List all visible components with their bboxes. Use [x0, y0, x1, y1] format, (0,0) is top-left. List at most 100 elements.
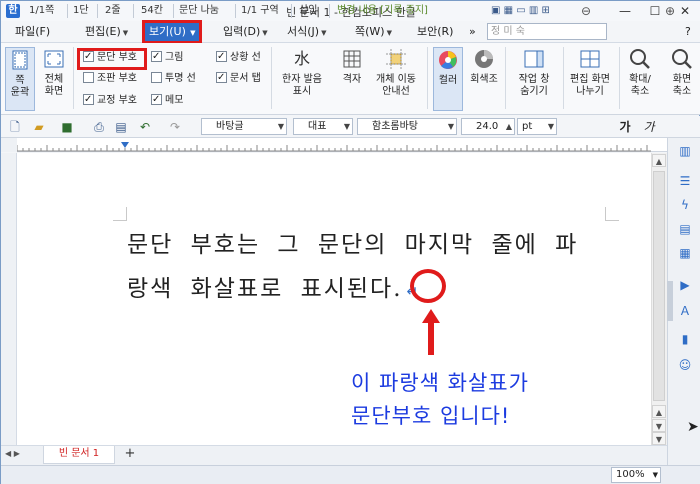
user-name-field[interactable]: 정 미 숙 — [487, 23, 607, 40]
doc-line-1: 문단 부호는 그 문단의 마지막 줄에 파 — [127, 232, 579, 258]
zoom-combo[interactable]: 100% ▼ — [611, 467, 661, 483]
color-view-button[interactable]: 컬러 — [433, 47, 463, 111]
status-page[interactable]: 1/1쪽 — [29, 4, 54, 18]
save-icon[interactable]: ■ — [59, 119, 75, 135]
panel-collapse-handle[interactable] — [667, 281, 673, 321]
panel-lightning-icon[interactable]: ϟ — [677, 197, 693, 213]
split-screen-button[interactable]: 편집 화면 나누기 — [565, 47, 615, 98]
proof-mark-checkbox[interactable]: 교정 부호 — [83, 92, 137, 109]
doc-tab-checkbox[interactable]: 문서 탭 — [216, 70, 261, 87]
font-size-field[interactable]: 24.0 ▲ — [461, 118, 515, 135]
object-move-guide-button[interactable]: 개체 이동 안내선 — [371, 47, 421, 98]
color-wheel-icon — [436, 48, 460, 72]
ribbon-separator — [563, 47, 564, 109]
panel-layers-icon[interactable]: ▦ — [677, 245, 693, 261]
full-screen-button[interactable]: 전체 화면 — [39, 47, 69, 98]
document-body[interactable]: 문단 부호는 그 문단의 마지막 줄에 파 랑색 화살표로 표시된다. ↵ — [127, 223, 607, 314]
menu-page[interactable]: 쪽(W) ▼ — [351, 23, 396, 41]
new-doc-icon[interactable]: 🗋 — [7, 119, 23, 135]
menu-format[interactable]: 서식(J) ▼ — [283, 23, 330, 41]
status-line-checkbox[interactable]: 상황 선 — [216, 49, 261, 66]
menu-file[interactable]: 파일(F) — [11, 23, 54, 41]
menu-insert[interactable]: 입력(D) ▼ — [219, 23, 272, 41]
status-section: 1단 — [73, 5, 89, 16]
caption-line-1: 이 파랑색 화살표가 — [351, 371, 529, 395]
tab-doc-1[interactable]: 빈 문서 1 — [43, 446, 115, 464]
ribbon-separator — [427, 47, 428, 109]
grayscale-label: 회색조 — [470, 74, 498, 85]
language-combo[interactable]: 대표 ▼ — [293, 118, 353, 135]
grid-label: 격자 — [342, 74, 362, 85]
scroll-up-button[interactable]: ▲ — [652, 154, 666, 167]
picture-checkbox[interactable]: 그림 — [151, 49, 183, 66]
page-outline-icon — [8, 48, 32, 72]
grid-button[interactable]: 격자 — [337, 47, 367, 86]
panel-person-icon[interactable]: ☺ — [677, 357, 693, 373]
screen-shrink-button[interactable]: 화면 축소 — [665, 47, 699, 98]
ribbon-separator — [271, 47, 272, 109]
help-button[interactable]: ? — [681, 23, 695, 41]
guide-icon — [384, 47, 408, 71]
layout-mark-checkbox[interactable]: 조판 부호 — [83, 71, 137, 87]
italic-button[interactable]: 가 — [641, 119, 657, 135]
hide-task-pane-button[interactable]: 작업 창 숨기기 — [509, 47, 559, 98]
style-combo[interactable]: 바탕글 ▼ — [201, 118, 287, 135]
memo-checkbox[interactable]: 메모 — [151, 92, 183, 109]
preview-icon[interactable]: ▤ — [113, 119, 129, 135]
formatting-toolbar: 🗋 ▰ ■ ⎙ ▤ ↶ ↷ 바탕글 ▼ 대표 ▼ 함초롬바탕 ▼ 24.0 ▲ pt ▼ … — [1, 116, 700, 138]
screen-shrink-label: 화면 축소 — [672, 74, 692, 97]
status-separator — [133, 4, 134, 18]
add-tab-button[interactable]: + — [121, 447, 139, 463]
hanja-pronunciation-button[interactable]: 水 한자 발음 표시 — [277, 47, 327, 98]
menu-bar: 파일(F) 편집(E) ▼ 보기(U) ▼ 입력(D) ▼ 서식(J) ▼ 쪽(W) ▼… — [1, 20, 700, 44]
panel-book-icon[interactable]: ▥ — [677, 143, 693, 159]
panel-style-icon[interactable]: Ａ — [677, 303, 693, 319]
tab-nav-arrows[interactable]: ◀ ▶ — [5, 449, 20, 458]
grayscale-button[interactable]: 회색조 — [467, 47, 501, 86]
panel-bookmark-icon[interactable]: ▮ — [677, 331, 693, 347]
unit-combo[interactable]: pt ▼ — [517, 118, 557, 135]
crop-mark-top-left — [113, 207, 127, 221]
full-screen-icon — [42, 47, 66, 71]
status-insert-mode[interactable]: 삽입 — [299, 4, 317, 18]
annotation-circle — [410, 269, 446, 303]
task-pane-icon — [522, 47, 546, 71]
status-separator — [67, 4, 68, 18]
zoom-label: 확대/ 축소 — [629, 74, 651, 97]
scroll-down-page-button[interactable]: ▼ — [652, 419, 666, 432]
status-track-changes[interactable]: 변경 내용 [기록 중지] — [337, 4, 428, 18]
panel-play-icon[interactable]: ▶ — [677, 277, 693, 293]
undo-icon[interactable]: ↶ — [137, 119, 153, 135]
vertical-ruler — [1, 153, 17, 445]
view-mode-icons[interactable]: ▣ ▦ ▭ ▥ ⊞ — [491, 4, 550, 18]
scroll-down-button[interactable]: ▼ — [652, 432, 666, 445]
scroll-up-page-button[interactable]: ▲ — [652, 405, 666, 418]
menu-view[interactable]: 보기(U) ▼ — [141, 20, 203, 44]
horizontal-ruler[interactable] — [16, 138, 667, 152]
minimize-button[interactable]: — — [611, 2, 639, 20]
menu-edit[interactable]: 편집(E) ▼ — [81, 23, 132, 41]
redo-icon[interactable]: ↷ — [167, 119, 183, 135]
print-icon[interactable]: ⎙ — [91, 119, 107, 135]
close-button[interactable]: ✕ — [671, 2, 699, 20]
menu-security[interactable]: 보안(R) — [413, 23, 457, 41]
transparent-line-checkbox[interactable]: 투명 선 — [151, 71, 196, 87]
font-combo[interactable]: 함초롬바탕 ▼ — [357, 118, 457, 135]
zoom-button[interactable]: 확대/ 축소 — [621, 47, 659, 98]
menu-more-button[interactable]: » — [465, 23, 480, 41]
full-screen-label: 전체 화면 — [44, 74, 64, 97]
color-view-label: 컬러 — [438, 75, 458, 86]
page-outline-button[interactable]: 쪽 윤곽 — [5, 47, 35, 111]
zoom-in-icon[interactable]: ⊕ — [665, 4, 675, 18]
status-separator — [329, 4, 330, 18]
zoom-out-icon[interactable]: ⊖ — [581, 4, 591, 18]
indent-marker[interactable] — [121, 138, 129, 148]
magnifier-icon — [628, 47, 652, 71]
guide-label: 개체 이동 안내선 — [376, 74, 416, 97]
doc-line-2: 랑색 화살표로 표시된다. ↵ — [127, 276, 421, 302]
scrollbar-thumb[interactable] — [653, 171, 665, 401]
panel-list-icon[interactable]: ☰ — [677, 173, 693, 189]
open-folder-icon[interactable]: ▰ — [31, 119, 47, 135]
bold-button[interactable]: 가 — [617, 119, 633, 135]
panel-doc-icon[interactable]: ▤ — [677, 221, 693, 237]
